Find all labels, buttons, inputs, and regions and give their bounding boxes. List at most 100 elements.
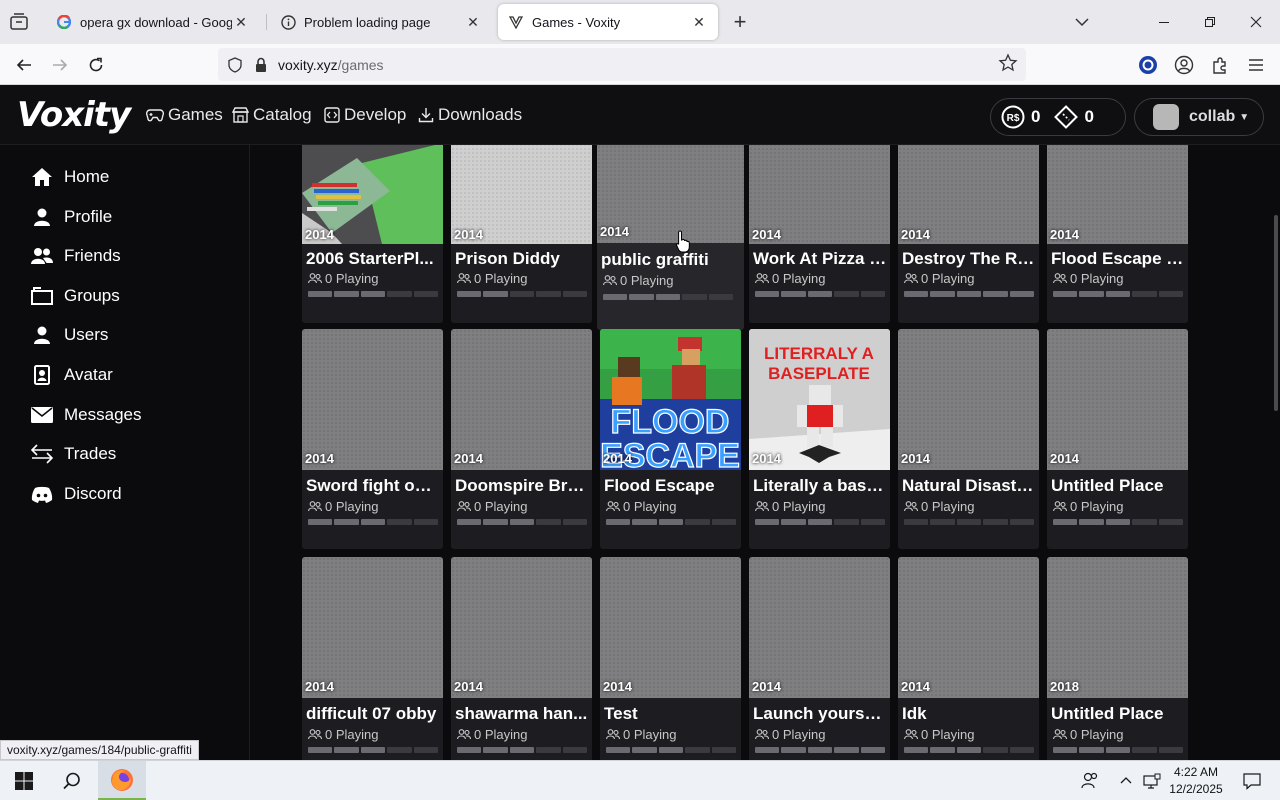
game-title[interactable]: Literally a base... — [753, 476, 887, 496]
forward-icon[interactable] — [47, 52, 73, 78]
game-thumbnail — [749, 557, 890, 698]
game-title[interactable]: Idk — [902, 704, 1036, 724]
voxity-logo[interactable]: Voxity — [17, 95, 131, 135]
close-tab-icon[interactable]: ✕ — [464, 13, 482, 31]
game-title[interactable]: Sword fight on t... — [306, 476, 440, 496]
game-year: 2014 — [901, 227, 930, 242]
thumb-text: FLOOD — [611, 403, 730, 441]
restore-icon[interactable] — [1198, 10, 1222, 34]
game-card[interactable]: 2014 Untitled Place 0 Playing — [1047, 329, 1188, 549]
sidebar-item-users[interactable]: Users — [30, 320, 108, 350]
playing-label: 0 Playing — [620, 273, 674, 288]
network-icon[interactable] — [1138, 761, 1166, 800]
game-title[interactable]: Test — [604, 704, 738, 724]
game-card[interactable]: LITERRALY A BASEPLATE 2014 Literally a b… — [749, 329, 890, 549]
game-title[interactable]: 2006 StarterPl... — [306, 249, 440, 269]
game-card[interactable]: FLOOD ESCAPE 2014 Flood Escape 0 Playing — [600, 329, 741, 549]
back-icon[interactable] — [11, 52, 37, 78]
game-title[interactable]: Flood Escape — [604, 476, 738, 496]
people-icon[interactable] — [1067, 761, 1113, 800]
sidebar-item-discord[interactable]: Discord — [30, 479, 122, 509]
menu-icon[interactable] — [1243, 52, 1269, 78]
users-icon — [1053, 501, 1067, 512]
sidebar-item-friends[interactable]: Friends — [30, 241, 121, 271]
game-title[interactable]: Prison Diddy — [455, 249, 589, 269]
game-card[interactable]: 2014 Natural Disaste... 0 Playing — [898, 329, 1039, 549]
game-card[interactable]: 2014 Destroy The Ro... 0 Playing — [898, 145, 1039, 323]
game-thumbnail — [302, 557, 443, 698]
extensions-icon[interactable] — [1207, 52, 1233, 78]
game-title[interactable]: shawarma han... — [455, 704, 589, 724]
sidebar-item-label: Friends — [64, 246, 121, 265]
nav-downloads[interactable]: Downloads — [418, 85, 522, 145]
game-card[interactable]: 2014 Prison Diddy 0 Playing — [451, 145, 592, 323]
nav-games[interactable]: Games — [146, 85, 223, 145]
game-title[interactable]: Destroy The Ro... — [902, 249, 1036, 269]
sidebar-item-home[interactable]: Home — [30, 162, 109, 192]
game-card[interactable]: 2014 Flood Escape 1.... 0 Playing — [1047, 145, 1188, 323]
chevron-up-icon[interactable] — [1112, 761, 1140, 800]
chevron-down-icon[interactable] — [1072, 12, 1092, 32]
game-title[interactable]: Doomspire Bric... — [455, 476, 589, 496]
vote-bar — [755, 519, 886, 525]
shield-icon[interactable] — [220, 50, 250, 80]
game-card[interactable]: 2014 public graffiti 0 Playing — [597, 145, 744, 330]
close-tab-icon[interactable]: ✕ — [690, 13, 708, 31]
currency-balance[interactable]: R$ 0 0 — [990, 98, 1126, 136]
game-card[interactable]: 2014 Work At Pizza P... 0 Playing — [749, 145, 890, 323]
game-card[interactable]: 2014 Idk 0 Playing — [898, 557, 1039, 760]
reload-icon[interactable] — [83, 52, 109, 78]
info-icon — [280, 14, 296, 30]
users-icon — [308, 501, 322, 512]
game-card[interactable]: 2018 Untitled Place 0 Playing — [1047, 557, 1188, 760]
sidebar-item-avatar[interactable]: Avatar — [30, 360, 113, 390]
page-scrollbar[interactable] — [1274, 215, 1278, 411]
game-title[interactable]: Launch yourself... — [753, 704, 887, 724]
nav-develop[interactable]: Develop — [324, 85, 406, 145]
game-title[interactable]: Work At Pizza P... — [753, 249, 887, 269]
tab-problem-loading[interactable]: Problem loading page ✕ — [270, 4, 492, 40]
game-title[interactable]: public graffiti — [601, 250, 735, 270]
game-title[interactable]: Flood Escape 1.... — [1051, 249, 1185, 269]
firefox-taskbar-icon[interactable] — [98, 761, 146, 800]
windows-start-icon[interactable] — [0, 761, 48, 800]
vpn-extension-icon[interactable] — [1135, 52, 1161, 78]
sidebar-item-messages[interactable]: Messages — [30, 400, 141, 430]
game-card[interactable]: 2014 Test 0 Playing — [600, 557, 741, 760]
close-window-icon[interactable] — [1244, 10, 1268, 34]
tab-games-voxity[interactable]: Games - Voxity ✕ — [498, 4, 718, 40]
nav-catalog[interactable]: Catalog — [232, 85, 312, 145]
game-title[interactable]: Natural Disaste... — [902, 476, 1036, 496]
clock-date: 12/2/2025 — [1169, 782, 1223, 796]
playing-count: 0 Playing — [1053, 271, 1123, 286]
bookmark-star-icon[interactable] — [998, 53, 1020, 75]
game-card[interactable]: 2014 Doomspire Bric... 0 Playing — [451, 329, 592, 549]
sidebar-item-groups[interactable]: Groups — [30, 281, 120, 311]
game-card[interactable]: 2014 2006 StarterPl... 0 Playing — [302, 145, 443, 323]
game-title[interactable]: Untitled Place — [1051, 476, 1185, 496]
sidebar-item-label: Home — [64, 167, 110, 186]
game-card[interactable]: 2014 shawarma han... 0 Playing — [451, 557, 592, 760]
game-title[interactable]: Untitled Place — [1051, 704, 1185, 724]
game-card[interactable]: 2014 Sword fight on t... 0 Playing — [302, 329, 443, 549]
url-bar[interactable]: voxity.xyz/games — [218, 48, 1026, 81]
tab-google-search[interactable]: opera gx download - Google Se ✕ — [46, 4, 260, 40]
user-icon — [30, 323, 54, 347]
new-tab-icon[interactable]: + — [728, 9, 752, 34]
lock-icon[interactable] — [250, 50, 272, 80]
user-menu-button[interactable]: collab ▼ — [1134, 98, 1264, 136]
users-icon — [904, 501, 918, 512]
search-icon[interactable] — [48, 761, 96, 800]
game-card[interactable]: 2014 difficult 07 obby 0 Playing — [302, 557, 443, 760]
tab-list-icon[interactable] — [8, 11, 30, 33]
game-card[interactable]: 2014 Launch yourself... 0 Playing — [749, 557, 890, 760]
game-title[interactable]: difficult 07 obby — [306, 704, 440, 724]
notifications-icon[interactable] — [1232, 761, 1272, 800]
minimize-icon[interactable] — [1152, 10, 1176, 34]
sidebar-item-trades[interactable]: Trades — [30, 439, 116, 469]
close-tab-icon[interactable]: ✕ — [232, 13, 250, 31]
system-clock[interactable]: 4:22 AM 12/2/2025 — [1166, 764, 1226, 798]
playing-label: 0 Playing — [474, 271, 528, 286]
account-icon[interactable] — [1171, 52, 1197, 78]
sidebar-item-profile[interactable]: Profile — [30, 202, 112, 232]
